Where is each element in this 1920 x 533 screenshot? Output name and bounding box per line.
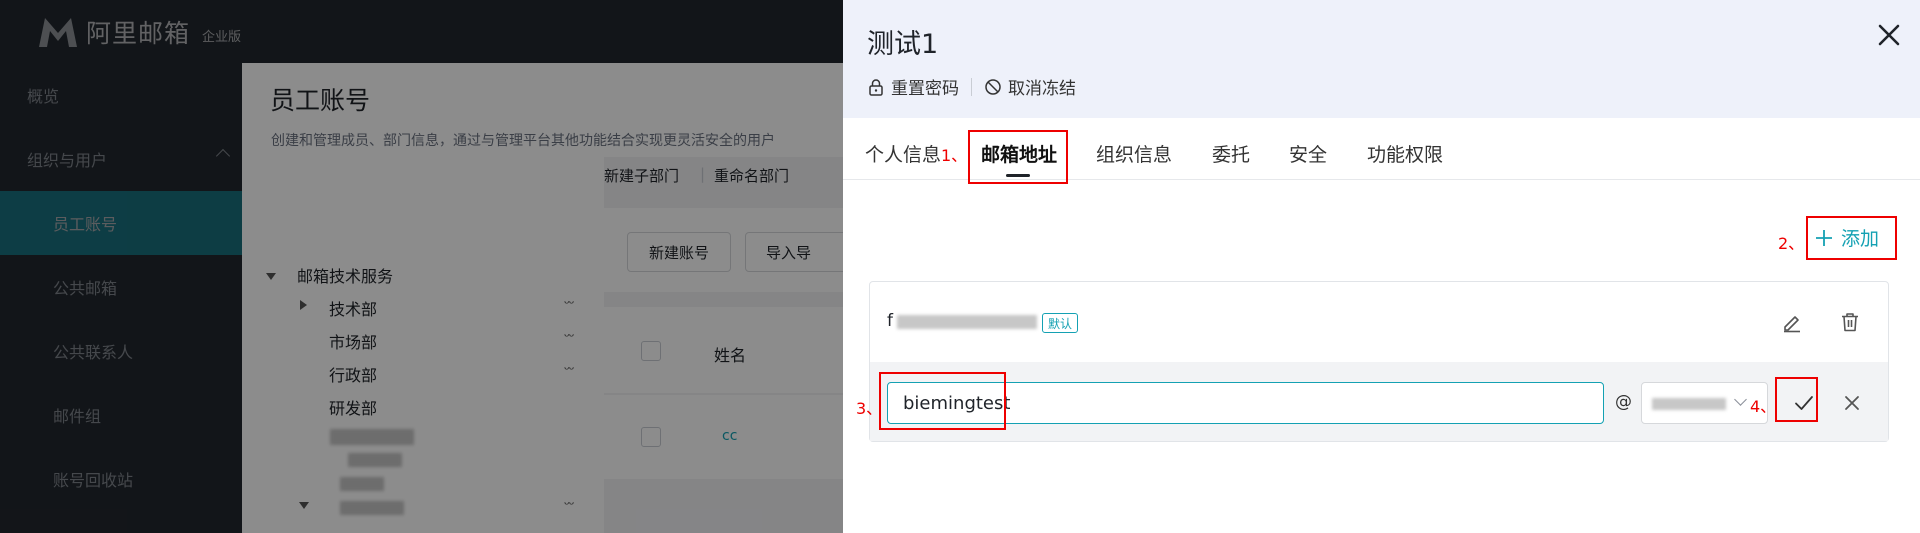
reset-password-button[interactable]: 重置密码 bbox=[867, 74, 959, 99]
drawer-actions: 重置密码 取消冻结 bbox=[867, 74, 1076, 99]
redacted-address bbox=[897, 315, 1037, 329]
annotation-2: 2、 bbox=[1778, 234, 1805, 253]
annotation-1: 1、 bbox=[941, 146, 968, 165]
tab-security[interactable]: 安全 bbox=[1289, 140, 1327, 167]
unfreeze-label: 取消冻结 bbox=[1008, 79, 1076, 99]
annotation-box-3 bbox=[879, 372, 1006, 430]
domain-select[interactable] bbox=[1641, 382, 1768, 424]
ban-icon bbox=[985, 78, 1001, 95]
annotation-box-1 bbox=[968, 130, 1068, 184]
delete-button[interactable] bbox=[1836, 308, 1864, 336]
drawer-title: 测试1 bbox=[867, 29, 939, 60]
divider bbox=[971, 77, 972, 96]
tab-permissions[interactable]: 功能权限 bbox=[1367, 140, 1443, 167]
address-prefix: f bbox=[887, 311, 893, 331]
at-sign: @ bbox=[1615, 392, 1632, 412]
edit-icon bbox=[1784, 316, 1800, 333]
reset-password-label: 重置密码 bbox=[891, 79, 959, 99]
annotation-4: 4、 bbox=[1750, 397, 1777, 416]
plus-icon bbox=[1816, 229, 1832, 246]
default-badge: 默认 bbox=[1042, 313, 1079, 333]
drawer-tabs: 个人信息 1、 邮箱地址 组织信息 委托 安全 功能权限 bbox=[843, 118, 1920, 184]
close-icon bbox=[1845, 396, 1859, 410]
edit-button[interactable] bbox=[1778, 308, 1806, 336]
tab-personal-info[interactable]: 个人信息 bbox=[865, 140, 941, 167]
annotation-box-4 bbox=[1775, 377, 1818, 422]
address-list: f 默认 @ bbox=[869, 281, 1889, 442]
tab-delegation[interactable]: 委托 bbox=[1212, 140, 1250, 167]
add-address-label: 添加 bbox=[1841, 228, 1880, 250]
account-detail-drawer: 测试1 重置密码 取消冻结 个人信息 1、 邮箱地址 组织信息 委托 安全 功能… bbox=[843, 0, 1920, 533]
cancel-button[interactable] bbox=[1838, 389, 1866, 417]
redacted-domain bbox=[1652, 398, 1726, 410]
tab-org-info[interactable]: 组织信息 bbox=[1096, 140, 1172, 167]
lock-icon bbox=[869, 78, 883, 96]
list-item: f 默认 bbox=[870, 282, 1888, 362]
modal-overlay[interactable] bbox=[0, 0, 843, 533]
close-icon[interactable] bbox=[1872, 18, 1906, 52]
edit-address-row: @ bbox=[870, 362, 1888, 441]
trash-icon bbox=[1842, 313, 1858, 332]
add-address-button[interactable]: 添加 bbox=[1815, 224, 1879, 251]
drawer-header: 测试1 重置密码 取消冻结 bbox=[843, 0, 1920, 118]
chevron-down-icon bbox=[1734, 393, 1747, 406]
unfreeze-button[interactable]: 取消冻结 bbox=[984, 74, 1076, 99]
